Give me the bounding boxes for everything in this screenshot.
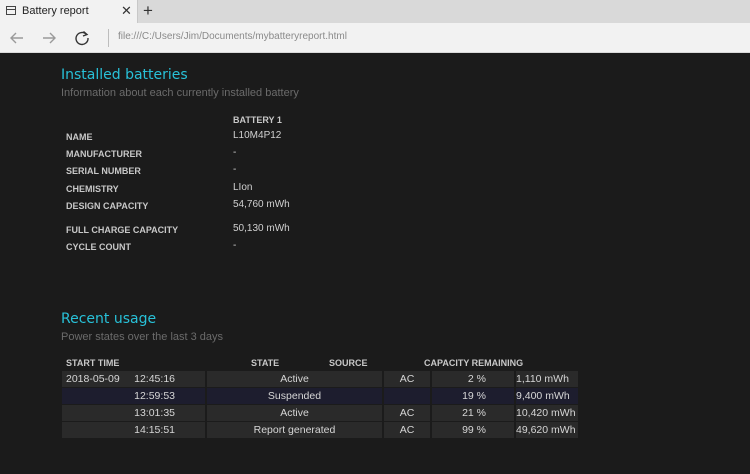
design-capacity-label: DESIGN CAPACITY xyxy=(66,201,149,211)
recent-usage-heading: Recent usage xyxy=(61,311,157,327)
navigation-bar: file:///C:/Users/Jim/Documents/mybattery… xyxy=(0,23,750,53)
installed-batteries-heading: Installed batteries xyxy=(61,67,188,83)
time-cell: 12:59:53 xyxy=(134,390,175,402)
recent-usage-subtitle: Power states over the last 3 days xyxy=(61,331,224,343)
capacity-percent-cell: 99 % xyxy=(432,422,514,438)
tab-strip: Battery report ✕ + xyxy=(0,0,750,23)
cycle-count-value: - xyxy=(233,240,237,251)
full-charge-capacity-label: FULL CHARGE CAPACITY xyxy=(66,225,179,235)
serial-number-value: - xyxy=(233,164,237,175)
capacity-percent-cell: 21 % xyxy=(432,405,514,421)
capacity-mwh-cell: 49,620 mWh xyxy=(516,422,578,438)
installed-batteries-subtitle: Information about each currently install… xyxy=(61,87,299,99)
state-cell: Active xyxy=(207,371,382,387)
name-value: L10M4P12 xyxy=(233,130,282,141)
serial-number-label: SERIAL NUMBER xyxy=(66,166,141,176)
capacity-remaining-column-header: CAPACITY REMAINING xyxy=(424,358,524,368)
time-cell: 13:01:35 xyxy=(134,407,175,419)
source-cell xyxy=(384,388,430,404)
name-label: NAME xyxy=(66,132,93,142)
percent-value: 2 % xyxy=(467,373,486,385)
source-cell: AC xyxy=(384,405,430,421)
source-column-header: SOURCE xyxy=(329,358,368,368)
capacity-mwh-cell: 10,420 mWh xyxy=(516,405,578,421)
capacity-mwh-cell: 9,400 mWh xyxy=(516,388,578,404)
cycle-count-label: CYCLE COUNT xyxy=(66,242,131,252)
state-column-header: STATE xyxy=(251,358,280,368)
table-row: 14:15:51 Report generated AC 99 % 49,620… xyxy=(62,422,578,439)
percent-value: 21 % xyxy=(462,407,486,419)
page-content: Installed batteries Information about ea… xyxy=(0,53,750,474)
page-icon xyxy=(6,6,16,15)
percent-value: 19 % xyxy=(462,390,486,402)
time-cell: 14:15:51 xyxy=(134,424,175,436)
refresh-icon[interactable] xyxy=(71,27,93,49)
chemistry-label: CHEMISTRY xyxy=(66,184,119,194)
address-bar[interactable]: file:///C:/Users/Jim/Documents/mybattery… xyxy=(118,31,347,42)
back-icon[interactable] xyxy=(6,27,28,49)
table-row: 2018-05-09 12:45:16 Active AC 2 % 1,110 … xyxy=(62,371,578,388)
forward-icon[interactable] xyxy=(38,27,60,49)
capacity-percent-cell: 19 % xyxy=(432,388,514,404)
percent-value: 99 % xyxy=(462,424,486,436)
chemistry-value: LIon xyxy=(233,182,253,193)
source-cell: AC xyxy=(384,422,430,438)
divider xyxy=(108,29,109,47)
new-tab-icon[interactable]: + xyxy=(143,1,153,21)
state-cell: Active xyxy=(207,405,382,421)
tab-title: Battery report xyxy=(22,5,89,17)
manufacturer-label: MANUFACTURER xyxy=(66,149,142,159)
table-row: 12:59:53 Suspended 19 % 9,400 mWh xyxy=(62,388,578,405)
close-tab-icon[interactable]: ✕ xyxy=(121,3,132,19)
table-row: 13:01:35 Active AC 21 % 10,420 mWh xyxy=(62,405,578,422)
manufacturer-value: - xyxy=(233,147,237,158)
tab-battery-report[interactable]: Battery report ✕ xyxy=(0,0,138,23)
capacity-percent-cell: 2 % xyxy=(432,371,514,387)
state-cell: Report generated xyxy=(207,422,382,438)
design-capacity-value: 54,760 mWh xyxy=(233,199,290,210)
battery-column-header: BATTERY 1 xyxy=(233,115,282,125)
time-cell: 12:45:16 xyxy=(134,373,175,385)
state-cell: Suspended xyxy=(207,388,382,404)
source-cell: AC xyxy=(384,371,430,387)
capacity-mwh-cell: 1,110 mWh xyxy=(516,371,578,387)
full-charge-capacity-value: 50,130 mWh xyxy=(233,223,290,234)
start-time-column-header: START TIME xyxy=(66,358,120,368)
